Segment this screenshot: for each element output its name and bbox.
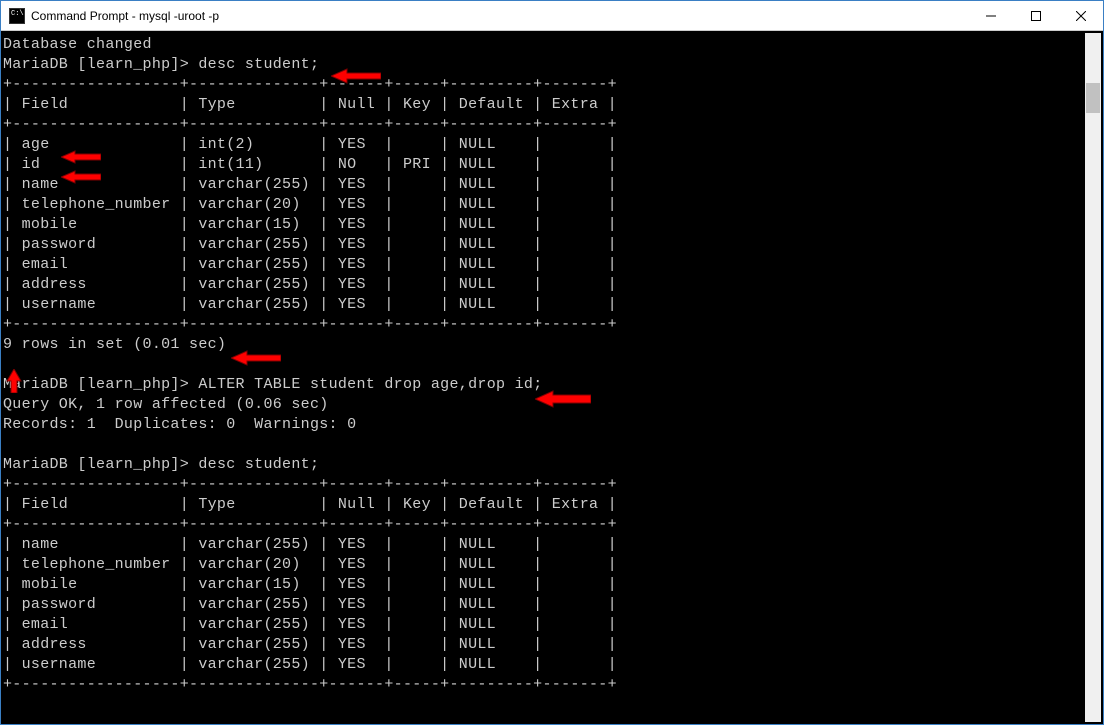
output-line: Query OK, 1 row affected (0.06 sec) (3, 396, 329, 413)
prompt: MariaDB [learn_php]> (3, 56, 198, 73)
table-row: | address | varchar(255) | YES | | NULL … (3, 636, 617, 653)
table-row: | name | varchar(255) | YES | | NULL | | (3, 176, 617, 193)
command-prompt-window: Command Prompt - mysql -uroot -p Databas… (0, 0, 1104, 725)
table-row: | mobile | varchar(15) | YES | | NULL | … (3, 576, 617, 593)
vertical-scrollbar[interactable] (1085, 33, 1101, 722)
table-header: | Field | Type | Null | Key | Default | … (3, 96, 617, 113)
table-row: | username | varchar(255) | YES | | NULL… (3, 296, 617, 313)
table-row: | name | varchar(255) | YES | | NULL | | (3, 536, 617, 553)
terminal-output[interactable]: Database changed MariaDB [learn_php]> de… (1, 31, 1103, 724)
command: ALTER TABLE student drop age,drop id; (198, 376, 542, 393)
table-border: +------------------+--------------+-----… (3, 476, 617, 493)
table-border: +------------------+--------------+-----… (3, 116, 617, 133)
table-row: | mobile | varchar(15) | YES | | NULL | … (3, 216, 617, 233)
minimize-button[interactable] (968, 1, 1013, 30)
table-row: | telephone_number | varchar(20) | YES |… (3, 556, 617, 573)
result-summary: 9 rows in set (0.01 sec) (3, 336, 226, 353)
table-row: | password | varchar(255) | YES | | NULL… (3, 236, 617, 253)
command: desc student; (198, 456, 319, 473)
output-line: Records: 1 Duplicates: 0 Warnings: 0 (3, 416, 356, 433)
titlebar[interactable]: Command Prompt - mysql -uroot -p (1, 1, 1103, 31)
table-header: | Field | Type | Null | Key | Default | … (3, 496, 617, 513)
table-row: | username | varchar(255) | YES | | NULL… (3, 656, 617, 673)
table-border: +------------------+--------------+-----… (3, 76, 617, 93)
scrollbar-thumb[interactable] (1086, 83, 1100, 113)
table-border: +------------------+--------------+-----… (3, 516, 617, 533)
table-row: | telephone_number | varchar(20) | YES |… (3, 196, 617, 213)
close-button[interactable] (1058, 1, 1103, 30)
prompt: MariaDB [learn_php]> (3, 456, 198, 473)
table-row: | id | int(11) | NO | PRI | NULL | | (3, 156, 617, 173)
window-title: Command Prompt - mysql -uroot -p (31, 9, 968, 23)
table-row: | address | varchar(255) | YES | | NULL … (3, 276, 617, 293)
prompt: MariaDB [learn_php]> (3, 376, 198, 393)
command: desc student; (198, 56, 319, 73)
table-row: | email | varchar(255) | YES | | NULL | … (3, 256, 617, 273)
window-controls (968, 1, 1103, 30)
table-border: +------------------+--------------+-----… (3, 316, 617, 333)
table-row: | password | varchar(255) | YES | | NULL… (3, 596, 617, 613)
maximize-button[interactable] (1013, 1, 1058, 30)
output-line: Database changed (3, 36, 152, 53)
table-border: +------------------+--------------+-----… (3, 676, 617, 693)
cmd-icon (9, 8, 25, 24)
table-row: | email | varchar(255) | YES | | NULL | … (3, 616, 617, 633)
table-row: | age | int(2) | YES | | NULL | | (3, 136, 617, 153)
